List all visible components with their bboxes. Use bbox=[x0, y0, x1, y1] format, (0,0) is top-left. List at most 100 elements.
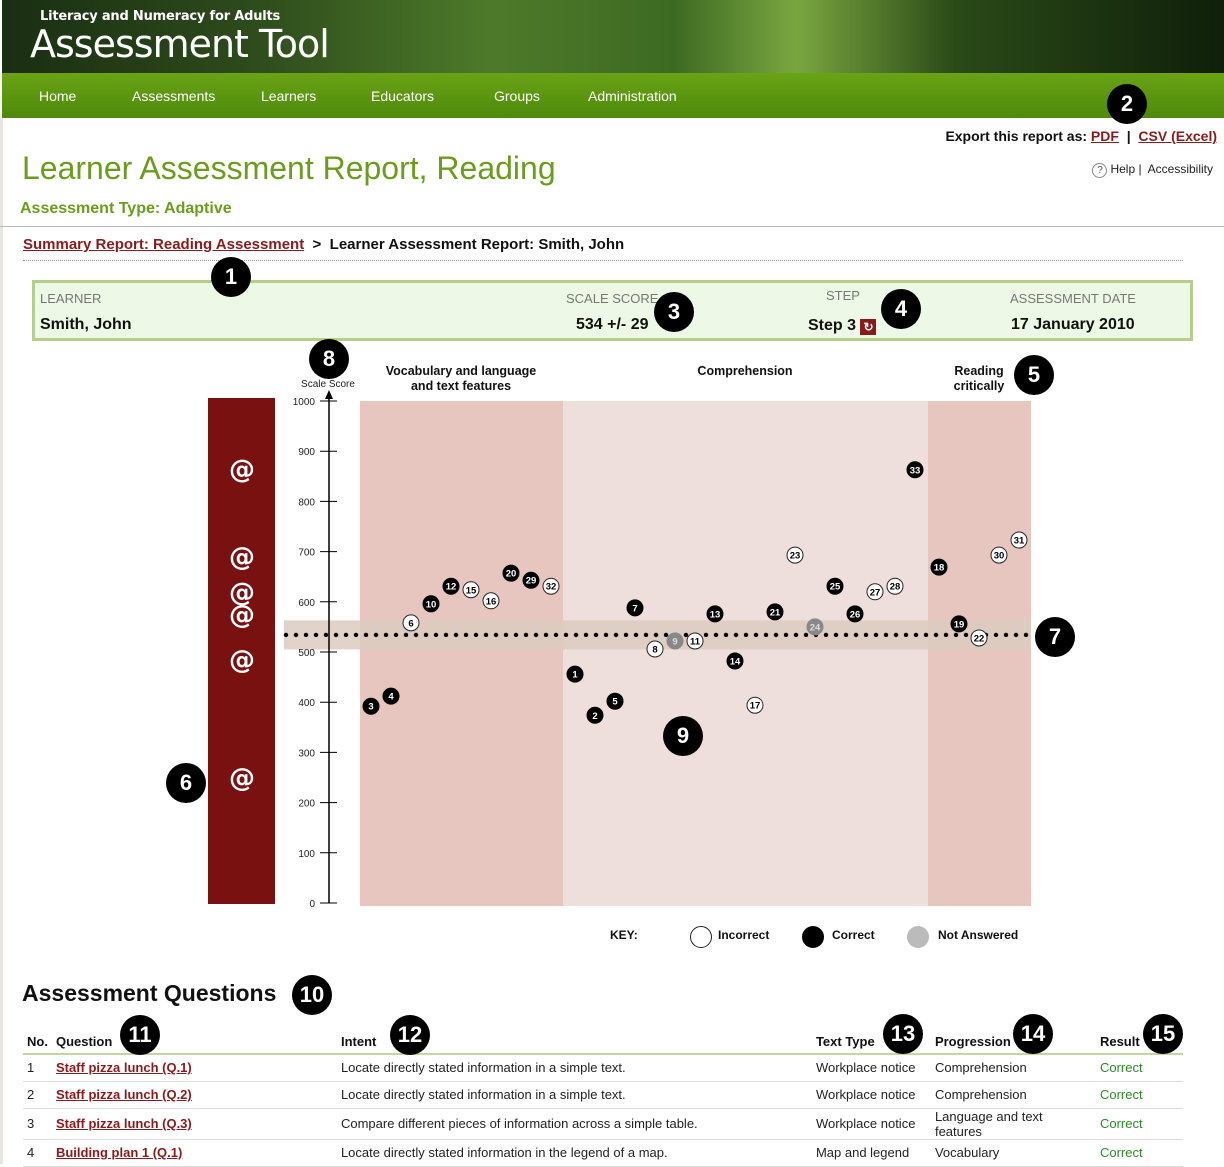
table-header-row: No. Question Intent Text Type Progressio… bbox=[23, 1026, 1183, 1055]
question-point-label: 9 bbox=[672, 636, 677, 647]
question-point-label: 5 bbox=[612, 697, 618, 708]
callout-14: 14 bbox=[1013, 1014, 1053, 1054]
key-incorrect-swatch bbox=[690, 926, 712, 948]
koru-icon: @ bbox=[229, 646, 255, 676]
y-tick-label: 900 bbox=[298, 447, 315, 458]
table-row: 4 Building plan 1 (Q.1) Locate directly st… bbox=[23, 1139, 1183, 1167]
score-line-dot bbox=[443, 632, 449, 638]
score-line-dot bbox=[963, 632, 969, 638]
question-point-label: 27 bbox=[870, 587, 881, 598]
question-point-label: 20 bbox=[506, 569, 517, 580]
score-line-dot bbox=[533, 632, 539, 638]
score-line-dot bbox=[933, 632, 939, 638]
callout-9: 9 bbox=[663, 716, 703, 756]
score-line-dot bbox=[463, 632, 469, 638]
cell-text-type: Workplace notice bbox=[811, 1054, 931, 1082]
callout-15: 15 bbox=[1143, 1014, 1183, 1054]
cell-result: Correct bbox=[1095, 1081, 1183, 1109]
score-line-dot bbox=[433, 632, 439, 638]
table-row: 2 Staff pizza lunch (Q.2) Locate directly … bbox=[23, 1081, 1183, 1109]
score-line-dot bbox=[683, 632, 689, 638]
question-link[interactable]: Staff pizza lunch (Q.1) bbox=[56, 1060, 192, 1075]
callout-6: 6 bbox=[166, 763, 206, 803]
table-row: 1 Staff pizza lunch (Q.1) Locate directly … bbox=[23, 1054, 1183, 1082]
question-point-label: 28 bbox=[890, 582, 901, 593]
y-tick-label: 100 bbox=[298, 849, 315, 860]
question-point-label: 4 bbox=[388, 692, 394, 703]
score-line-dot bbox=[423, 632, 429, 638]
score-line-dot bbox=[653, 632, 659, 638]
score-line-dot bbox=[453, 632, 459, 638]
score-line-dot bbox=[893, 632, 899, 638]
question-point-label: 24 bbox=[810, 622, 821, 633]
scale-score-chart: @@@@@@01002003004005006007008009001000Sc… bbox=[208, 364, 1031, 910]
score-line-dot bbox=[1013, 632, 1019, 638]
score-line-dot bbox=[313, 632, 319, 638]
y-tick-label: 0 bbox=[309, 899, 315, 910]
question-point-label: 8 bbox=[652, 644, 657, 655]
cell-progression: Comprehension bbox=[930, 1054, 1096, 1082]
question-link[interactable]: Staff pizza lunch (Q.2) bbox=[56, 1087, 192, 1102]
cell-progression: Language and text features bbox=[930, 1108, 1096, 1140]
score-line-dot bbox=[593, 632, 599, 638]
cell-result: Correct bbox=[1095, 1108, 1183, 1140]
key-not-answered-label: Not Answered bbox=[938, 928, 1019, 942]
score-line-dot bbox=[393, 632, 399, 638]
question-link[interactable]: Staff pizza lunch (Q.3) bbox=[56, 1116, 192, 1131]
question-point-label: 3 bbox=[368, 702, 373, 713]
score-line-dot bbox=[773, 632, 779, 638]
question-point-label: 26 bbox=[850, 609, 861, 620]
col-question[interactable]: Question bbox=[51, 1026, 337, 1055]
question-point-label: 25 bbox=[830, 582, 841, 593]
score-line-dot bbox=[503, 632, 509, 638]
question-point-label: 2 bbox=[592, 711, 597, 722]
question-point-label: 21 bbox=[770, 607, 781, 618]
cell-question: Staff pizza lunch (Q.1) bbox=[51, 1054, 337, 1082]
score-line-dot bbox=[713, 632, 719, 638]
cell-text-type: Map and legend bbox=[811, 1139, 931, 1167]
score-line-dot bbox=[353, 632, 359, 638]
score-line-dot bbox=[473, 632, 479, 638]
cell-intent: Locate directly stated information in a … bbox=[336, 1054, 812, 1082]
koru-icon: @ bbox=[229, 455, 255, 485]
assessment-questions-heading: Assessment Questions bbox=[22, 980, 277, 1006]
score-line-dot bbox=[1003, 632, 1009, 638]
score-line-dot bbox=[663, 632, 669, 638]
cell-intent: Locate directly stated information in th… bbox=[336, 1139, 812, 1167]
question-point-label: 12 bbox=[446, 582, 457, 593]
question-point-label: 15 bbox=[466, 585, 477, 596]
koru-icon: @ bbox=[229, 764, 255, 794]
y-tick-label: 800 bbox=[298, 497, 315, 508]
score-line-dot bbox=[363, 632, 369, 638]
question-point-label: 30 bbox=[994, 551, 1005, 562]
score-line-dot bbox=[1023, 632, 1029, 638]
cell-question: Building plan 1 (Q.1) bbox=[51, 1139, 337, 1167]
question-point-label: 1 bbox=[572, 670, 578, 681]
score-line-dot bbox=[553, 632, 559, 638]
key-label: KEY: bbox=[610, 928, 638, 942]
score-line-dot bbox=[793, 632, 799, 638]
y-tick-label: 300 bbox=[298, 748, 315, 759]
callout-10: 10 bbox=[292, 975, 332, 1015]
cell-result: Correct bbox=[1095, 1139, 1183, 1167]
score-line-dot bbox=[743, 632, 749, 638]
callout-13: 13 bbox=[883, 1014, 923, 1054]
cell-question: Staff pizza lunch (Q.3) bbox=[51, 1108, 337, 1140]
col-no[interactable]: No. bbox=[23, 1026, 52, 1055]
score-line-dot bbox=[763, 632, 769, 638]
score-line-dot bbox=[323, 632, 329, 638]
score-line-dot bbox=[703, 632, 709, 638]
cell-no: 3 bbox=[23, 1108, 52, 1140]
score-line-dot bbox=[333, 632, 339, 638]
callout-4: 4 bbox=[881, 289, 921, 329]
questions-table: No. Question Intent Text Type Progressio… bbox=[23, 1026, 1183, 1167]
callout-12: 12 bbox=[390, 1015, 430, 1055]
callout-11: 11 bbox=[120, 1015, 160, 1055]
score-line-dot bbox=[543, 632, 549, 638]
cell-result: Correct bbox=[1095, 1054, 1183, 1082]
score-line-dot bbox=[863, 632, 869, 638]
question-link[interactable]: Building plan 1 (Q.1) bbox=[56, 1145, 182, 1160]
progression-band-0 bbox=[360, 401, 563, 906]
question-point-label: 16 bbox=[486, 596, 497, 607]
score-line-dot bbox=[883, 632, 889, 638]
